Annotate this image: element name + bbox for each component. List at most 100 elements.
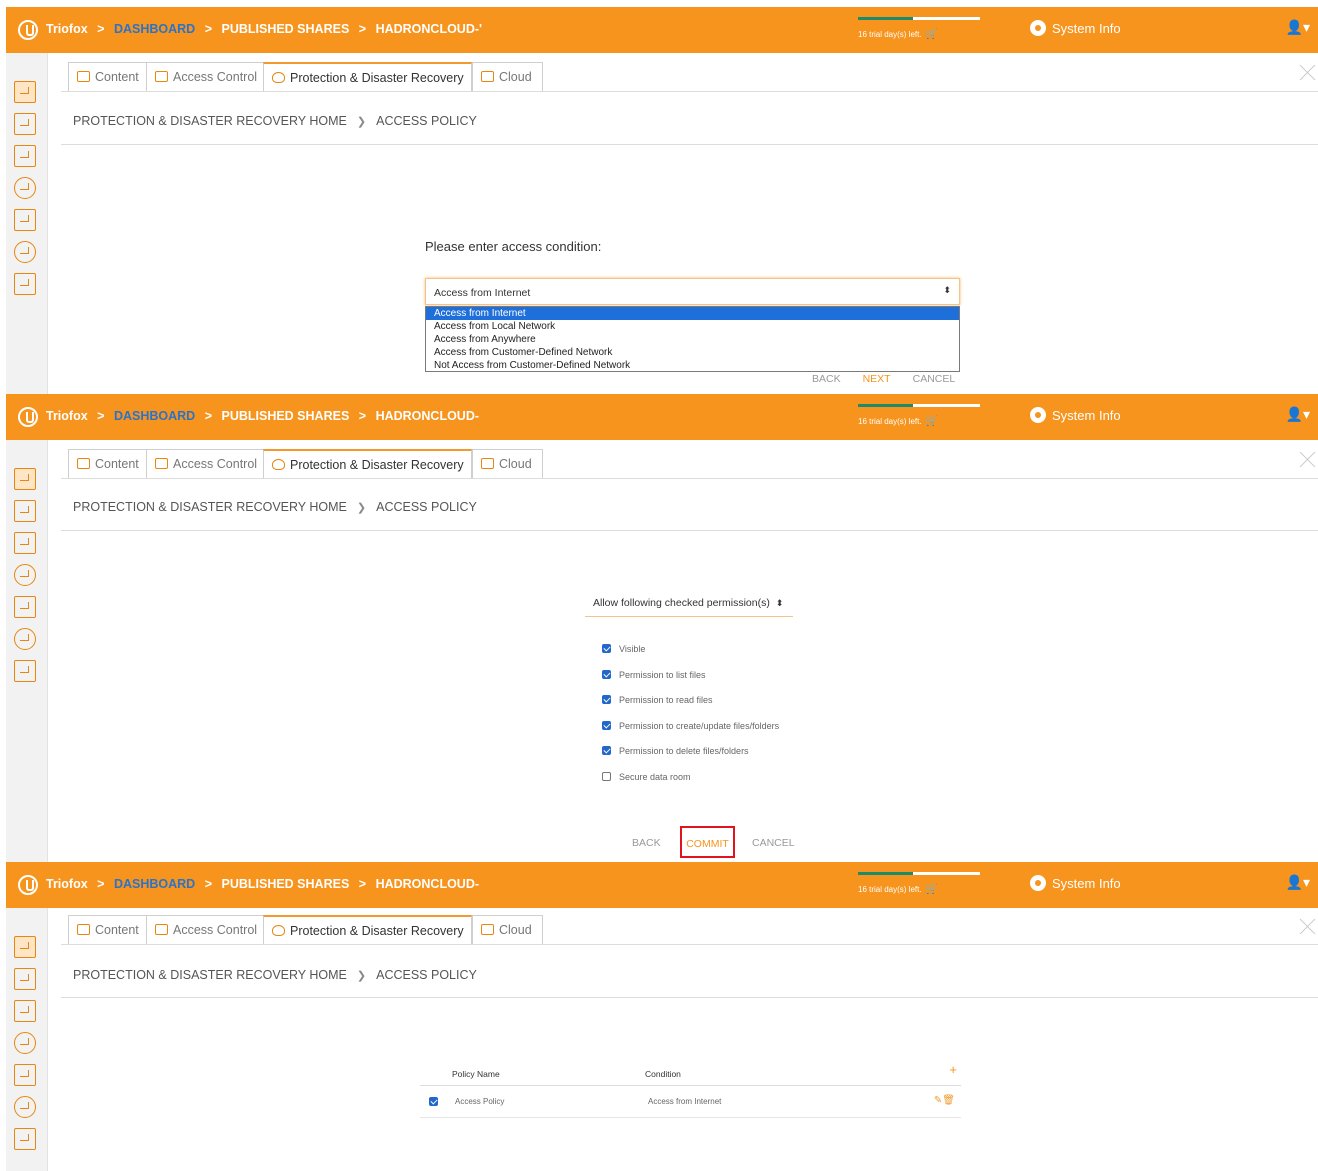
tab-cloud[interactable]: Cloud (472, 62, 543, 92)
option-local-network[interactable]: Access from Local Network (426, 320, 959, 333)
cart-icon[interactable]: 🛒 (926, 416, 938, 427)
permission-list-files[interactable]: Permission to list files (602, 669, 779, 696)
share-icon[interactable] (14, 81, 36, 103)
permission-mode-select[interactable]: Allow following checked permission(s) ⬍ (585, 590, 793, 617)
tab-protection[interactable]: Protection & Disaster Recovery (263, 449, 472, 479)
close-icon[interactable] (1300, 918, 1316, 934)
breadcrumb-current: ACCESS POLICY (376, 968, 477, 982)
download-icon[interactable] (14, 660, 36, 682)
tab-content[interactable]: Content (68, 449, 147, 479)
shield-icon (272, 72, 285, 83)
breadcrumb-home-link[interactable]: PROTECTION & DISASTER RECOVERY HOME (73, 114, 347, 128)
checkbox[interactable] (602, 720, 611, 730)
server-icon[interactable] (14, 968, 36, 990)
system-info-button[interactable]: System Info (1030, 20, 1121, 36)
breadcrumb-home-link[interactable]: PROTECTION & DISASTER RECOVERY HOME (73, 500, 347, 514)
back-button[interactable]: BACK (632, 837, 661, 849)
table-header: Policy Name Condition + (420, 1062, 961, 1086)
permission-delete[interactable]: Permission to delete files/folders (602, 746, 779, 772)
checkbox[interactable] (602, 695, 611, 705)
permission-visible[interactable]: Visible (602, 644, 779, 670)
devices-icon[interactable] (14, 1000, 36, 1022)
cancel-button[interactable]: CANCEL (913, 373, 956, 385)
triofox-logo-icon[interactable] (18, 875, 38, 895)
tab-access-control[interactable]: Access Control (146, 915, 264, 945)
user-menu-button[interactable]: 👤▾ (1286, 19, 1310, 36)
settings-icon[interactable] (14, 1096, 36, 1118)
breadcrumb-home-link[interactable]: PROTECTION & DISASTER RECOVERY HOME (73, 968, 347, 982)
triofox-logo-icon[interactable] (18, 407, 38, 427)
cart-icon[interactable]: 🛒 (926, 29, 938, 40)
share-name: HADRONCLOUD- (375, 877, 480, 891)
back-button[interactable]: BACK (812, 373, 841, 385)
tab-content[interactable]: Content (68, 62, 147, 92)
option-anywhere[interactable]: Access from Anywhere (426, 333, 959, 346)
settings-icon[interactable] (14, 628, 36, 650)
tab-access-control[interactable]: Access Control (146, 449, 264, 479)
commit-button[interactable]: COMMIT (680, 826, 735, 858)
user-menu-button[interactable]: 👤▾ (1286, 874, 1310, 891)
share-icon[interactable] (14, 936, 36, 958)
dashboard-link[interactable]: DASHBOARD (114, 409, 195, 423)
tab-content[interactable]: Content (68, 915, 147, 945)
brand-link[interactable]: Triofox (46, 409, 88, 423)
trial-indicator[interactable]: 16 trial day(s) left. 🛒 (858, 404, 980, 427)
system-info-button[interactable]: System Info (1030, 875, 1121, 891)
option-internet[interactable]: Access from Internet (426, 307, 959, 320)
brand-link[interactable]: Triofox (46, 22, 88, 36)
cart-icon[interactable]: 🛒 (926, 884, 938, 895)
checkbox[interactable] (602, 771, 611, 781)
chart-icon[interactable] (14, 209, 36, 231)
server-icon[interactable] (14, 500, 36, 522)
published-shares-link[interactable]: PUBLISHED SHARES (221, 877, 349, 891)
user-menu-button[interactable]: 👤▾ (1286, 406, 1310, 423)
tab-protection[interactable]: Protection & Disaster Recovery (263, 915, 472, 945)
access-control-icon (155, 71, 168, 82)
close-icon[interactable] (1300, 451, 1316, 467)
add-policy-button[interactable]: + (949, 1062, 957, 1077)
chart-icon[interactable] (14, 596, 36, 618)
triofox-logo-icon[interactable] (18, 20, 38, 40)
cancel-button[interactable]: CANCEL (752, 837, 795, 849)
option-customer-network[interactable]: Access from Customer-Defined Network (426, 346, 959, 359)
tab-cloud[interactable]: Cloud (472, 449, 543, 479)
tab-cloud[interactable]: Cloud (472, 915, 543, 945)
users-icon[interactable] (14, 1032, 36, 1054)
option-not-customer-network[interactable]: Not Access from Customer-Defined Network (426, 359, 959, 372)
published-shares-link[interactable]: PUBLISHED SHARES (221, 409, 349, 423)
server-icon[interactable] (14, 113, 36, 135)
tab-access-control[interactable]: Access Control (146, 62, 264, 92)
share-icon[interactable] (14, 468, 36, 490)
permission-create-update[interactable]: Permission to create/update files/folder… (602, 720, 779, 747)
trial-indicator[interactable]: 16 trial day(s) left. 🛒 (858, 872, 980, 895)
trial-indicator[interactable]: 16 trial day(s) left. 🛒 (858, 17, 980, 40)
devices-icon[interactable] (14, 145, 36, 167)
row-checkbox[interactable] (429, 1097, 438, 1106)
close-icon[interactable] (1300, 64, 1316, 80)
tab-protection[interactable]: Protection & Disaster Recovery (263, 62, 472, 92)
column-policy-name: Policy Name (452, 1069, 500, 1079)
checkbox[interactable] (602, 669, 611, 679)
devices-icon[interactable] (14, 532, 36, 554)
users-icon[interactable] (14, 177, 36, 199)
published-shares-link[interactable]: PUBLISHED SHARES (221, 22, 349, 36)
delete-icon[interactable]: 🗑 (942, 1095, 955, 1106)
checkbox[interactable] (602, 644, 611, 653)
table-row[interactable]: Access Policy Access from Internet ✎🗑 (420, 1086, 961, 1118)
dashboard-link[interactable]: DASHBOARD (114, 877, 195, 891)
access-condition-select[interactable]: Access from Internet ⬍ (425, 278, 960, 305)
system-info-button[interactable]: System Info (1030, 407, 1121, 423)
chart-icon[interactable] (14, 1064, 36, 1086)
checkbox[interactable] (602, 746, 611, 756)
brand-link[interactable]: Triofox (46, 877, 88, 891)
sidebar (6, 53, 48, 394)
download-icon[interactable] (14, 273, 36, 295)
breadcrumb: PROTECTION & DISASTER RECOVERY HOME ❯ ACCE… (73, 500, 477, 514)
next-button[interactable]: NEXT (863, 373, 891, 385)
settings-icon[interactable] (14, 241, 36, 263)
download-icon[interactable] (14, 1128, 36, 1150)
permission-read-files[interactable]: Permission to read files (602, 695, 779, 721)
dashboard-link[interactable]: DASHBOARD (114, 22, 195, 36)
users-icon[interactable] (14, 564, 36, 586)
permission-secure-data-room[interactable]: Secure data room (602, 771, 779, 798)
